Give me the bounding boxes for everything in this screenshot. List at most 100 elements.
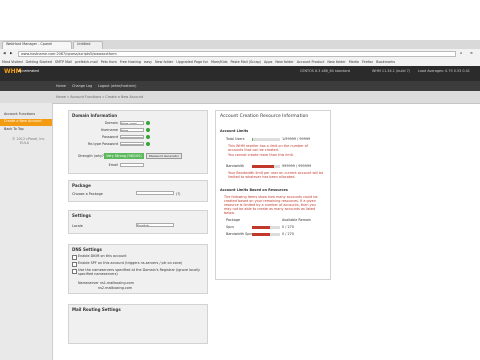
bookmark-item[interactable]: Most Visited — [2, 60, 23, 65]
nav-home[interactable]: Home — [56, 84, 70, 88]
bookmark-item[interactable]: Pets from — [101, 60, 117, 65]
nameserver-1: Nameserver ns1.mailboxing.com — [78, 281, 134, 285]
email-input[interactable] — [120, 163, 144, 167]
tab-label: Untitled — [77, 42, 91, 46]
whm-logo-sub: Accelerated — [18, 69, 39, 73]
bookmark-item[interactable]: Bookmarks — [376, 60, 395, 65]
check-icon — [146, 135, 150, 139]
check-icon — [146, 121, 150, 125]
browser-titlebar — [0, 40, 480, 49]
resource-title: Account Creation Resource Information — [220, 114, 309, 119]
total-users-value: 1/99999 / 99999 — [282, 137, 311, 141]
sidebar-item-create-account[interactable]: Create a New Account — [0, 119, 52, 126]
load-averages: Load Averages: 0.79 0.53 0.41 — [418, 69, 470, 73]
retype-password-input[interactable]: •••••••••••• — [120, 142, 144, 146]
nav-changelog[interactable]: Change Log — [72, 84, 96, 88]
bookmark-item[interactable]: Media — [349, 60, 359, 65]
sidebar-item-account-functions[interactable]: Account Functions — [0, 112, 52, 119]
resource-row-value: 0 / 270 — [282, 232, 294, 236]
bookmarks-list: Most Visited Getting Started SMTP Mail pref… — [2, 60, 478, 65]
back-icon[interactable]: ◀ — [3, 51, 9, 55]
sidebar-item-back-to-top[interactable]: Back To Top — [0, 127, 52, 134]
bookmark-item[interactable]: Apps — [264, 60, 272, 65]
resource-package-note: The following items show how many accoun… — [224, 195, 318, 215]
resource-row-fill — [252, 233, 271, 236]
bandwidth-label: Bandwidth — [226, 164, 245, 168]
dns-title: DNS Settings — [72, 247, 102, 252]
browser-tab[interactable]: Untitled — [73, 41, 103, 49]
bookmark-item[interactable]: New folder — [155, 60, 173, 65]
spf-label: Enable SPF on this account (triggers ns-… — [78, 261, 183, 265]
total-users-note: This WHM reseller has a limit on the num… — [228, 144, 308, 152]
spf-checkbox[interactable] — [72, 262, 77, 267]
total-users-label: Total Users — [226, 137, 245, 141]
retype-password-label: Re-type Password — [87, 142, 118, 146]
nav-logout[interactable]: Logout (whm/hostmin) — [98, 84, 148, 88]
browser-tab-active[interactable]: WebHost Manager - Cpanel — [2, 41, 72, 49]
resource-row-label: Bandwidth Spcs — [226, 232, 252, 236]
bookmark-item[interactable]: prefetch-mail — [75, 60, 98, 65]
check-icon — [146, 128, 150, 132]
bookmark-item[interactable]: easy — [144, 60, 152, 65]
resource-row-fill — [252, 226, 271, 229]
resource-row-bar — [252, 226, 280, 229]
resource-row-label: Spcs — [226, 225, 234, 229]
domain-input[interactable]: blog.com — [120, 121, 144, 125]
tab-label: WebHost Manager - Cpanel — [6, 42, 53, 46]
registrar-ns-label: Use the nameservers specified at the Dom… — [78, 268, 200, 276]
dkim-checkbox[interactable] — [72, 255, 77, 260]
bookmark-item[interactable]: Account Product — [297, 60, 325, 65]
whm-version: WHM 11.34.1 (build 7) — [372, 69, 411, 73]
bookmark-item[interactable]: Mom/Kids — [211, 60, 228, 65]
bookmark-item[interactable]: Getting Started — [26, 60, 52, 65]
total-users-bar — [252, 138, 280, 141]
check-icon — [146, 142, 150, 146]
locale-label: Locale — [72, 224, 83, 228]
registrar-ns-checkbox[interactable] — [72, 269, 77, 274]
password-input[interactable]: •••••••••••• — [120, 135, 144, 139]
eula-link[interactable]: EULA — [20, 141, 40, 145]
package-title: Package — [72, 183, 91, 188]
server-info: CENTOS 6.3 x86_64 standard - hostname — [300, 69, 350, 73]
password-label: Password — [102, 135, 118, 139]
choose-package-label: Choose a Package — [72, 192, 103, 196]
bandwidth-value: 999999 / 999999 — [282, 164, 312, 168]
package-select[interactable] — [136, 191, 174, 195]
username-input[interactable]: blog — [120, 128, 144, 132]
locale-select[interactable]: English — [136, 223, 174, 227]
email-label: Email — [108, 163, 118, 167]
bookmark-item[interactable]: New folder — [275, 60, 293, 65]
bookmark-item[interactable]: SMTP Mail — [55, 60, 72, 65]
total-users-note-2: You cannot create more than this limit. — [228, 153, 294, 157]
resource-row-bar — [252, 233, 280, 236]
bandwidth-bar — [252, 165, 280, 168]
url-text: www.hostname.com:2087/cpsess/scripts5/ww… — [21, 52, 117, 56]
breadcrumb[interactable]: Home » Account Functions » Create a New … — [56, 95, 216, 99]
settings-title: Settings — [72, 213, 91, 218]
forward-icon[interactable]: ▶ — [10, 51, 16, 55]
url-input[interactable]: www.hostname.com:2087/cpsess/scripts5/ww… — [18, 51, 456, 57]
bookmark-item[interactable]: Upgraded Page for — [176, 60, 208, 65]
nameserver-2: ns2.mailboxing.com — [98, 286, 133, 290]
package-help[interactable]: (?) — [176, 192, 186, 196]
menu-icon[interactable]: ≡ — [470, 51, 476, 55]
account-limits-title: Account Limits — [220, 129, 249, 133]
col-package: Package — [226, 218, 241, 222]
bandwidth-note: Your Bandwidth limit per user on current… — [228, 171, 324, 179]
resource-row-value: 0 / 270 — [282, 225, 294, 229]
username-label: Username — [100, 128, 118, 132]
mail-routing-title: Mail Routing Settings — [72, 307, 121, 312]
bookmark-item[interactable]: New folder — [327, 60, 345, 65]
strength-label: Strength (why?) — [78, 154, 104, 158]
password-generator-button[interactable]: Password Generator — [146, 153, 182, 159]
bandwidth-fill — [252, 165, 275, 168]
home-icon[interactable]: ⌂ — [460, 51, 466, 55]
strength-meter: Very Strong (98/100) — [104, 153, 144, 159]
total-users-fill — [252, 138, 253, 141]
domain-info-title: Domain Information — [72, 113, 118, 118]
dkim-label: Enable DKIM on this account — [78, 254, 127, 258]
bookmark-item[interactable]: Free Hosting — [120, 60, 141, 65]
limits-by-resource-title: Account Limits Based on Resources — [220, 188, 288, 192]
bookmark-item[interactable]: Paste Mail (Scrap) — [231, 60, 261, 65]
bookmark-item[interactable]: Firefox — [362, 60, 373, 65]
